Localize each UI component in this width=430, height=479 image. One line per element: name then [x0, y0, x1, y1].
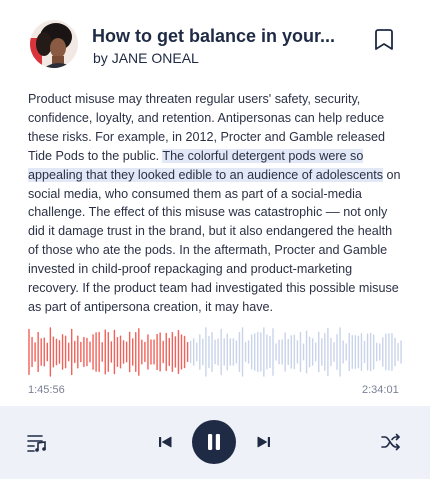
pause-button[interactable] [192, 420, 236, 464]
article-text-after: on social media, who consumed them as pa… [28, 167, 401, 314]
episode-header: How to get balance in your... by JANE ON… [0, 0, 430, 82]
current-time: 1:45:56 [28, 384, 65, 396]
bookmark-button[interactable] [374, 28, 394, 52]
shuffle-icon [381, 433, 400, 451]
player-controls-bar [0, 406, 430, 479]
article-text: Product misuse may threaten regular user… [28, 90, 406, 317]
shuffle-button[interactable] [381, 433, 401, 451]
author-byline: by JANE ONEAL [93, 50, 199, 66]
bookmark-icon [375, 29, 393, 50]
total-time: 2:34:01 [362, 384, 399, 396]
skip-next-icon [257, 436, 270, 448]
playlist-icon [27, 435, 46, 452]
previous-button[interactable] [157, 434, 173, 450]
playlist-button[interactable] [26, 432, 48, 454]
audio-waveform-scrubber[interactable] [28, 326, 404, 378]
byline-prefix: by [93, 50, 108, 66]
next-button[interactable] [256, 434, 272, 450]
author-avatar [30, 20, 78, 68]
skip-previous-icon [159, 436, 172, 448]
pause-icon [208, 434, 220, 450]
episode-title: How to get balance in your... [92, 26, 336, 46]
author-name[interactable]: JANE ONEAL [112, 50, 199, 66]
